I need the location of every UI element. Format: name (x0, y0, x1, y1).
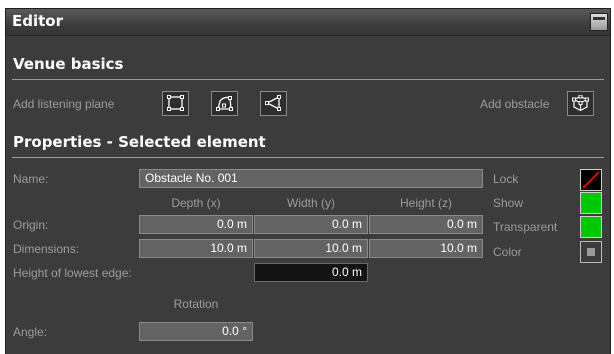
add-curved-plane-button[interactable] (211, 91, 238, 116)
add-listening-plane-label: Add listening plane (13, 97, 115, 111)
transparent-toggle[interactable] (580, 216, 602, 238)
transparent-label: Transparent (493, 220, 558, 234)
color-swatch-icon (587, 248, 595, 256)
color-picker-button[interactable] (580, 241, 602, 263)
properties-divider (12, 157, 604, 158)
width-y-header: Width (y) (287, 196, 335, 210)
name-label: Name: (13, 172, 49, 186)
title-bar: Editor (6, 9, 610, 36)
origin-z-field[interactable]: 0.0 m (369, 215, 483, 234)
angle-label: Angle: (13, 325, 48, 339)
dimensions-label: Dimensions: (13, 242, 80, 256)
origin-x-field[interactable]: 0.0 m (139, 215, 253, 234)
color-label: Color (493, 245, 522, 259)
add-obstacle-label: Add obstacle (480, 97, 550, 111)
lowest-edge-field[interactable]: 0.0 m (254, 263, 368, 282)
editor-panel: Editor Venue basics Add listening plane (5, 8, 611, 354)
cube-obstacle-icon (572, 95, 589, 112)
height-z-header: Height (z) (399, 196, 452, 210)
rotation-header: Rotation (173, 297, 219, 311)
add-triangle-plane-button[interactable] (260, 91, 287, 116)
minimize-button[interactable] (590, 13, 608, 31)
triangle-plane-icon (265, 95, 281, 111)
angle-field[interactable]: 0.0 ° (139, 322, 253, 341)
dimension-y-field[interactable]: 10.0 m (254, 239, 368, 258)
lowest-edge-label: Height of lowest edge: (13, 266, 132, 280)
venue-basics-heading: Venue basics (13, 55, 124, 73)
name-field[interactable]: Obstacle No. 001 (139, 169, 483, 188)
depth-x-header: Depth (x) (171, 196, 221, 210)
properties-heading: Properties - Selected element (13, 133, 266, 151)
show-toggle[interactable] (580, 192, 602, 214)
dimension-z-field[interactable]: 10.0 m (369, 239, 483, 258)
curved-plane-icon (216, 96, 233, 111)
show-label: Show (493, 196, 524, 210)
lock-toggle[interactable] (580, 169, 602, 191)
origin-label: Origin: (13, 218, 49, 232)
add-rectangle-plane-button[interactable] (162, 91, 189, 116)
panel-title: Editor (12, 12, 63, 30)
origin-y-field[interactable]: 0.0 m (254, 215, 368, 234)
lock-label: Lock (493, 172, 519, 186)
venue-basics-divider (12, 79, 604, 80)
unchecked-slash-icon (582, 171, 600, 189)
dimension-x-field[interactable]: 10.0 m (139, 239, 253, 258)
add-obstacle-button[interactable] (567, 91, 594, 116)
rectangle-plane-icon (167, 95, 184, 111)
minimize-icon (593, 17, 605, 20)
